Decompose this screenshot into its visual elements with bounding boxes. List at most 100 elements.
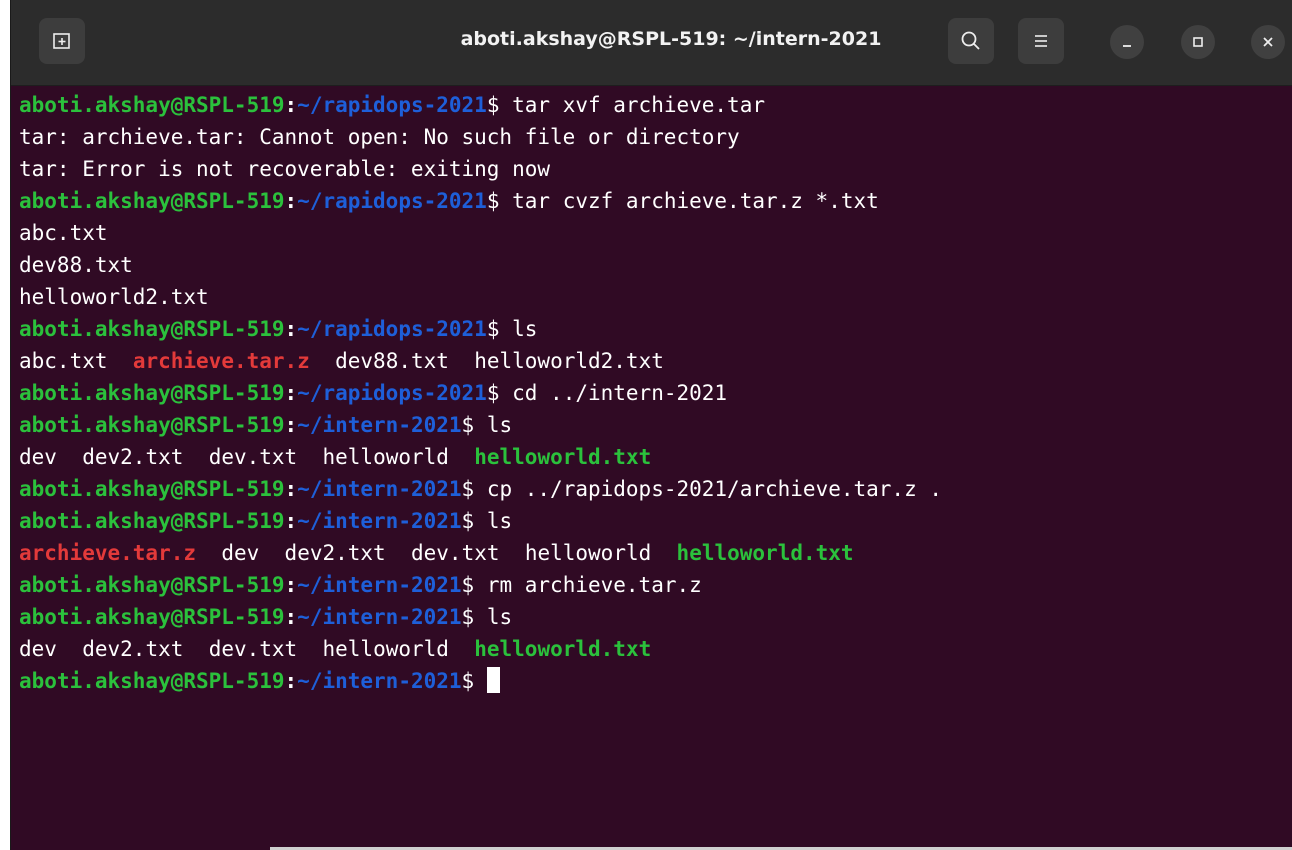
file-entry: helloworld (322, 637, 449, 661)
minimize-button[interactable] (1110, 25, 1144, 59)
file-entry: dev.txt (411, 541, 500, 565)
output-line: abc.txt (19, 217, 1292, 249)
file-entry: dev2.txt (82, 637, 184, 661)
prompt-colon: : (284, 573, 298, 597)
search-button[interactable] (948, 18, 994, 64)
file-entry: dev88.txt (335, 349, 449, 373)
prompt-colon: : (284, 317, 298, 341)
prompt-user: aboti.akshay@RSPL-519 (19, 605, 285, 629)
file-entry: dev2.txt (82, 445, 184, 469)
command-text: tar cvzf archieve.tar.z *.txt (512, 189, 879, 213)
text-cursor (486, 667, 500, 693)
file-entry: dev2.txt (284, 541, 386, 565)
prompt-symbol: $ (461, 509, 487, 533)
output-line: abc.txt archieve.tar.z dev88.txt hellowo… (19, 345, 1292, 377)
close-button[interactable] (1251, 25, 1285, 59)
prompt-symbol: $ (461, 573, 487, 597)
prompt-line: aboti.akshay@RSPL-519:~/rapidops-2021$ t… (19, 89, 1292, 121)
prompt-line: aboti.akshay@RSPL-519:~/intern-2021$ (19, 665, 1292, 697)
minimize-icon (1123, 45, 1131, 47)
maximize-button[interactable] (1181, 25, 1215, 59)
maximize-icon (1193, 37, 1203, 47)
prompt-path: ~/intern-2021 (297, 605, 462, 629)
prompt-path: ~/rapidops-2021 (297, 317, 487, 341)
search-icon (961, 31, 980, 50)
prompt-colon: : (284, 381, 298, 405)
file-entry: archieve.tar.z (132, 349, 310, 373)
prompt-user: aboti.akshay@RSPL-519 (19, 669, 285, 693)
file-entry: dev.txt (208, 445, 298, 469)
prompt-user: aboti.akshay@RSPL-519 (19, 189, 285, 213)
output-text: helloworld2.txt (19, 285, 209, 309)
file-entry: helloworld.txt (474, 637, 652, 661)
output-line: dev88.txt (19, 249, 1292, 281)
prompt-line: aboti.akshay@RSPL-519:~/intern-2021$ ls (19, 505, 1292, 537)
new-tab-icon (53, 33, 70, 49)
prompt-user: aboti.akshay@RSPL-519 (19, 381, 285, 405)
command-text: tar xvf archieve.tar (512, 93, 765, 117)
file-entry: dev (19, 445, 57, 469)
prompt-user: aboti.akshay@RSPL-519 (19, 93, 285, 117)
file-entry: helloworld (524, 541, 652, 565)
command-text: cd ../intern-2021 (512, 381, 728, 405)
prompt-path: ~/intern-2021 (297, 573, 462, 597)
output-line: helloworld2.txt (19, 281, 1292, 313)
command-text: ls (486, 509, 513, 533)
output-text: tar: archieve.tar: Cannot open: No such … (19, 125, 740, 149)
file-entry: abc.txt (19, 349, 108, 373)
prompt-path: ~/intern-2021 (297, 669, 462, 693)
prompt-colon: : (284, 189, 298, 213)
file-entry: dev (221, 541, 260, 565)
file-entry: dev (19, 637, 57, 661)
output-line: tar: Error is not recoverable: exiting n… (19, 153, 1292, 185)
output-line: dev dev2.txt dev.txt helloworld hellowor… (19, 633, 1292, 665)
prompt-symbol: $ (486, 189, 513, 213)
command-text: ls (512, 317, 538, 341)
prompt-path: ~/rapidops-2021 (297, 381, 487, 405)
prompt-line: aboti.akshay@RSPL-519:~/intern-2021$ ls (19, 409, 1292, 441)
prompt-line: aboti.akshay@RSPL-519:~/intern-2021$ ls (19, 601, 1292, 633)
output-line: tar: archieve.tar: Cannot open: No such … (19, 121, 1292, 153)
prompt-user: aboti.akshay@RSPL-519 (19, 317, 285, 341)
output-text: abc.txt (19, 221, 108, 245)
file-entry: dev.txt (208, 637, 298, 661)
close-icon (1263, 37, 1273, 47)
prompt-colon: : (284, 477, 298, 501)
window-title: aboti.akshay@RSPL-519: ~/intern-2021 (460, 28, 882, 50)
prompt-colon: : (284, 93, 298, 117)
prompt-colon: : (284, 413, 298, 437)
hamburger-menu-icon (1035, 35, 1047, 47)
prompt-symbol: $ (461, 605, 487, 629)
prompt-symbol: $ (461, 669, 487, 693)
command-text: ls (486, 605, 513, 629)
new-tab-button[interactable] (39, 18, 85, 64)
prompt-path: ~/intern-2021 (297, 509, 462, 533)
prompt-user: aboti.akshay@RSPL-519 (19, 477, 285, 501)
prompt-path: ~/intern-2021 (297, 477, 462, 501)
command-text: ls (486, 413, 513, 437)
prompt-symbol: $ (486, 381, 513, 405)
file-entry: helloworld.txt (474, 445, 652, 469)
prompt-symbol: $ (461, 413, 487, 437)
prompt-line: aboti.akshay@RSPL-519:~/intern-2021$ rm … (19, 569, 1292, 601)
prompt-line: aboti.akshay@RSPL-519:~/rapidops-2021$ l… (19, 313, 1292, 345)
file-entry: helloworld (322, 445, 449, 469)
prompt-symbol: $ (461, 477, 487, 501)
prompt-path: ~/intern-2021 (297, 413, 462, 437)
terminal-output[interactable]: aboti.akshay@RSPL-519:~/rapidops-2021$ t… (11, 87, 1292, 850)
output-text: tar: Error is not recoverable: exiting n… (19, 157, 551, 181)
prompt-colon: : (284, 669, 298, 693)
file-entry: helloworld2.txt (474, 349, 664, 373)
terminal-window: aboti.akshay@RSPL-519: ~/intern-2021 abo… (10, 0, 1292, 850)
prompt-user: aboti.akshay@RSPL-519 (19, 573, 285, 597)
prompt-colon: : (284, 605, 298, 629)
prompt-user: aboti.akshay@RSPL-519 (19, 509, 285, 533)
prompt-symbol: $ (486, 93, 513, 117)
output-line: archieve.tar.z dev dev2.txt dev.txt hell… (19, 537, 1292, 569)
title-bar: aboti.akshay@RSPL-519: ~/intern-2021 (11, 0, 1292, 86)
prompt-line: aboti.akshay@RSPL-519:~/rapidops-2021$ t… (19, 185, 1292, 217)
menu-button[interactable] (1018, 18, 1064, 64)
prompt-symbol: $ (486, 317, 513, 341)
file-entry: archieve.tar.z (19, 541, 197, 565)
command-text: rm archieve.tar.z (486, 573, 702, 597)
